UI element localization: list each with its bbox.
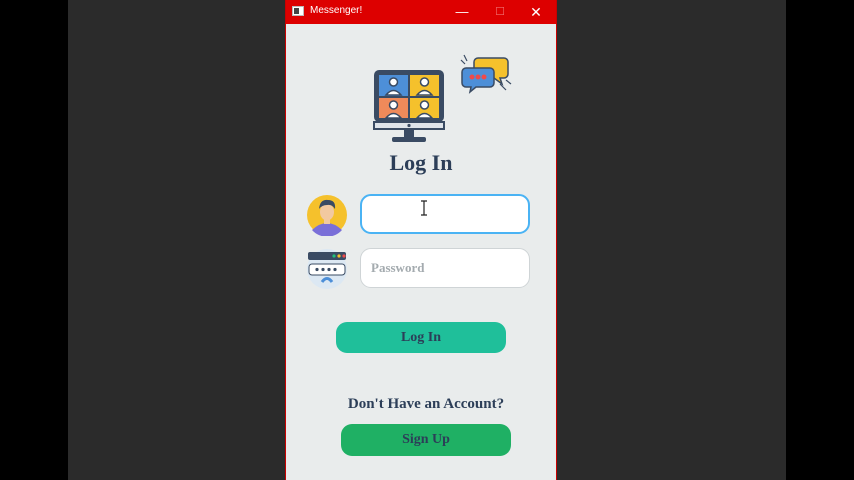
minimize-button[interactable]: — <box>444 1 480 23</box>
close-button[interactable]: ✕ <box>518 1 554 23</box>
desktop-background-left <box>68 0 286 480</box>
login-button[interactable]: Log In <box>336 322 506 353</box>
username-field[interactable] <box>360 194 530 234</box>
password-field[interactable] <box>360 248 530 288</box>
signup-button[interactable]: Sign Up <box>341 424 511 456</box>
messenger-app-icon <box>292 6 304 16</box>
chat-bubbles-icon <box>460 54 512 94</box>
text-cursor-icon <box>421 200 427 216</box>
messenger-window: Messenger! — ☐ ✕ Log In Log In Don't Hav… <box>286 0 556 480</box>
window-title: Messenger! <box>310 5 363 16</box>
maximize-button[interactable]: ☐ <box>482 1 518 23</box>
password-lock-icon <box>307 249 347 289</box>
video-conference-computer-icon <box>373 70 445 142</box>
user-avatar-icon <box>307 195 347 236</box>
title-bar[interactable]: Messenger! — ☐ ✕ <box>286 0 556 24</box>
signup-prompt: Don't Have an Account? <box>347 396 505 412</box>
login-heading: Log In <box>389 150 453 175</box>
desktop-background-right <box>556 0 786 480</box>
